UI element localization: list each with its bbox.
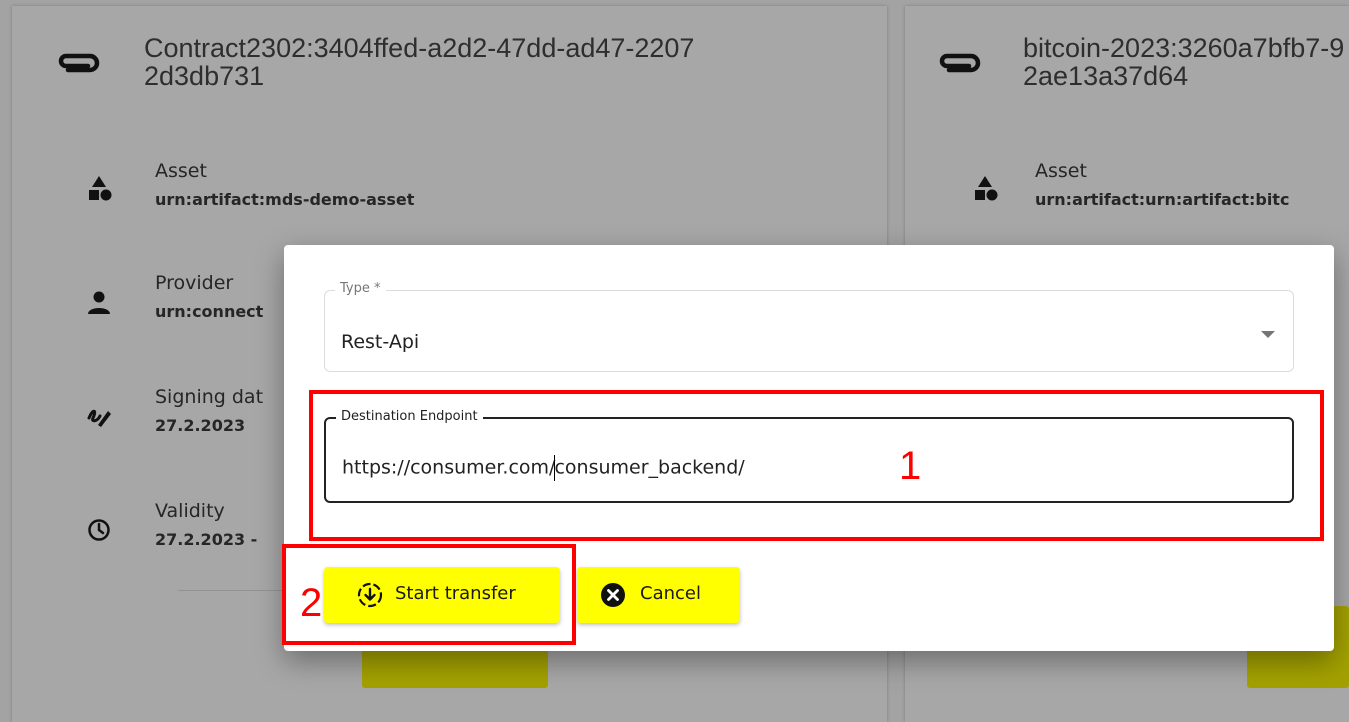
validity-label: Validity — [155, 500, 225, 522]
contract-title: bitcoin-2023:3260a7bfb7-92ae13a37d64 — [1023, 33, 1345, 91]
asset-label: Asset — [1035, 160, 1087, 182]
transfer-dialog: Type * Rest-Api Destination Endpoint htt… — [284, 245, 1334, 651]
screen: Contract2302:3404ffed-a2d2-47dd-ad47-220… — [0, 0, 1349, 722]
type-label: Type * — [335, 281, 386, 296]
annotation-number-2: 2 — [300, 581, 323, 625]
start-transfer-label: Start transfer — [395, 583, 516, 604]
destination-endpoint-label: Destination Endpoint — [336, 409, 483, 424]
card-action-button[interactable] — [362, 646, 548, 688]
validity-value: 27.2.2023 - — [155, 530, 258, 549]
signature-icon — [87, 409, 111, 427]
start-transfer-button[interactable]: Start transfer — [324, 567, 560, 623]
type-select[interactable]: Type * Rest-Api — [324, 281, 1294, 372]
endpoint-text-before-cursor: https://consumer.com/ — [342, 456, 556, 479]
asset-value: urn:artifact:mds-demo-asset — [155, 190, 415, 209]
annotation-number-1: 1 — [899, 444, 922, 488]
dropdown-arrow-icon[interactable] — [1261, 331, 1275, 338]
download-circle-icon — [357, 582, 383, 608]
shapes-icon — [975, 176, 998, 201]
provider-value: urn:connect — [155, 302, 264, 321]
signing-date-value: 27.2.2023 — [155, 416, 246, 435]
cancel-label: Cancel — [640, 583, 701, 604]
asset-label: Asset — [155, 160, 207, 182]
destination-endpoint-input[interactable]: Destination Endpoint https://consumer.co… — [324, 409, 1294, 503]
type-value: Rest-Api — [341, 331, 420, 353]
person-icon — [88, 291, 110, 314]
clock-icon — [88, 519, 110, 541]
shapes-icon — [89, 176, 112, 201]
cancel-button[interactable]: Cancel — [577, 567, 740, 623]
contract-title: Contract2302:3404ffed-a2d2-47dd-ad47-220… — [144, 33, 695, 91]
destination-endpoint-value[interactable]: https://consumer.com/consumer_backend/ — [342, 455, 745, 481]
provider-label: Provider — [155, 272, 234, 294]
endpoint-text-after-cursor: consumer_backend/ — [554, 456, 745, 479]
cancel-circle-icon — [601, 583, 625, 607]
paperclip-icon — [58, 53, 100, 73]
asset-value: urn:artifact:urn:artifact:bitc — [1035, 190, 1290, 209]
paperclip-icon — [939, 53, 981, 73]
signing-date-label: Signing dat — [155, 386, 264, 408]
